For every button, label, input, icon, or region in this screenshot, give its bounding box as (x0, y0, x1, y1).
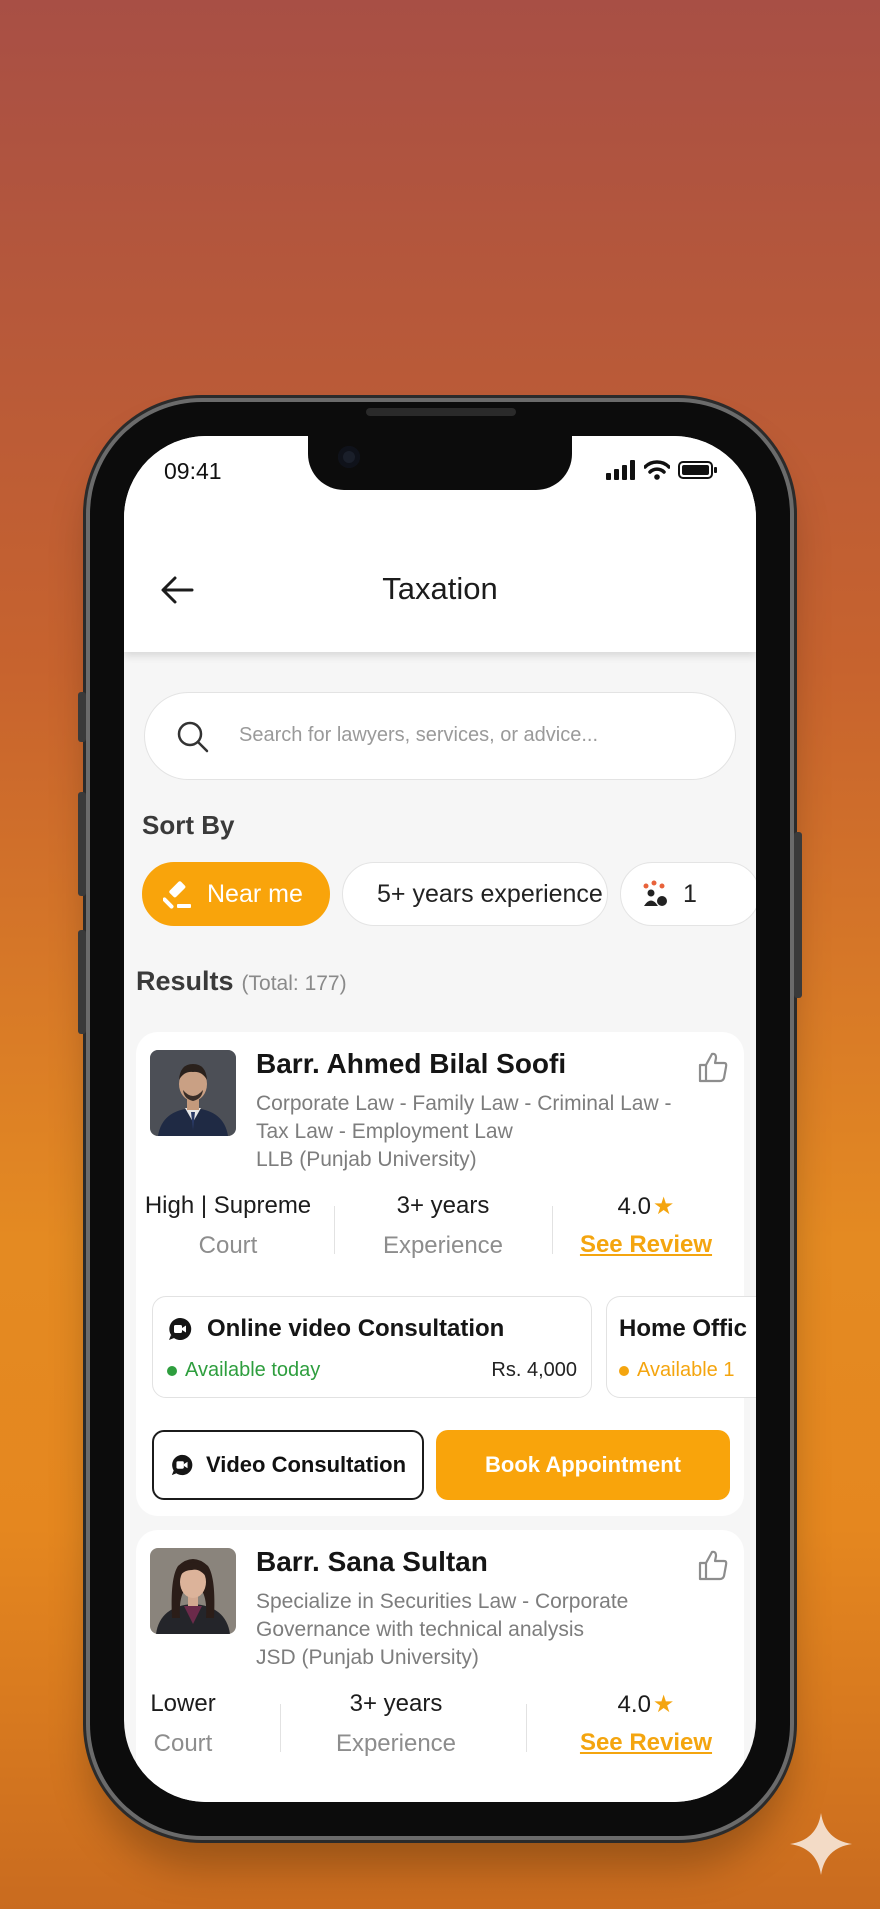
front-camera (338, 446, 360, 468)
rating-row: 4.0★ (566, 1192, 726, 1221)
wifi-icon (644, 460, 670, 480)
page-title: Taxation (382, 571, 498, 606)
chip-experience-label: 5+ years experience (377, 879, 603, 908)
lawyer-specialties: Specialize in Securities Law - Corporate… (256, 1588, 716, 1672)
divider (526, 1704, 527, 1752)
lawyer-name[interactable]: Barr. Ahmed Bilal Soofi (256, 1048, 566, 1080)
avatar (150, 1548, 236, 1634)
search-icon (177, 721, 209, 753)
divider (280, 1704, 281, 1752)
specialties-line: Specialize in Securities Law - Corporate (256, 1590, 629, 1613)
volume-up-button (78, 792, 86, 896)
court-label: Court (153, 1730, 213, 1757)
lawyer-education: LLB (Punjab University) (256, 1148, 477, 1171)
camera-notch (308, 436, 572, 490)
court-value: Lower (150, 1690, 216, 1717)
sparkle-icon (790, 1813, 852, 1875)
video-consultation-button[interactable]: Video Consultation (152, 1430, 424, 1500)
consultation-option[interactable]: Home Offic Available 1 (606, 1296, 756, 1398)
users-rating-icon (643, 880, 667, 906)
sort-chips: Near me 5+ years experience 1 (142, 862, 756, 928)
chip-near-me-label: Near me (207, 879, 303, 908)
results-label: Results (136, 966, 234, 996)
consultation-title: Home Offic (619, 1315, 748, 1342)
video-chat-icon (169, 1317, 192, 1340)
search-placeholder: Search for lawyers, services, or advice.… (239, 724, 599, 746)
power-button (794, 832, 802, 998)
lawyer-specialties: Corporate Law - Family Law - Criminal La… (256, 1090, 716, 1174)
app-screen: 09:41 Taxation Search for lawyers, servi… (124, 436, 756, 1802)
consultation-price: Rs. 4,000 (491, 1359, 577, 1381)
volume-down-button (78, 930, 86, 1034)
video-chat-icon (171, 1454, 193, 1476)
rating-stat: 4.0★ See Review (566, 1192, 726, 1259)
experience-stat: 3+ years Experience (348, 1192, 538, 1260)
chip-rating[interactable]: 1 (620, 862, 756, 926)
rating-row: 4.0★ (566, 1690, 726, 1719)
availability-text: Available 1 (637, 1359, 735, 1381)
rating-value: 4.0 (617, 1691, 651, 1718)
status-dot (167, 1365, 177, 1376)
availability-status: Available today (167, 1359, 320, 1382)
lawyer-name[interactable]: Barr. Sana Sultan (256, 1546, 488, 1578)
see-review-link[interactable]: See Review (566, 1729, 726, 1757)
book-appointment-button[interactable]: Book Appointment (436, 1430, 730, 1500)
chip-experience[interactable]: 5+ years experience (342, 862, 608, 926)
thumbs-up-icon[interactable] (696, 1050, 730, 1084)
availability-text: Available today (185, 1359, 321, 1381)
lawyer-card[interactable]: Barr. Ahmed Bilal Soofi Corporate Law - … (136, 1032, 756, 1516)
sort-by-label: Sort By (142, 810, 235, 840)
mute-switch (78, 692, 86, 742)
results-heading: Results (Total: 177) (136, 966, 347, 997)
avatar (150, 1050, 236, 1136)
specialties-line: Tax Law - Employment Law (256, 1120, 513, 1143)
speaker-grille (366, 408, 516, 416)
court-stat: Lower Court (136, 1690, 230, 1758)
status-time: 09:41 (164, 458, 222, 484)
availability-status: Available 1 (619, 1359, 734, 1382)
video-consultation-label: Video Consultation (205, 1452, 407, 1477)
specialties-line: Corporate Law - Family Law - Criminal La… (256, 1092, 672, 1115)
experience-label: Experience (335, 1730, 457, 1757)
experience-value: 3+ years (349, 1690, 443, 1717)
lawyer-card[interactable]: Barr. Sana Sultan Specialize in Securiti… (136, 1530, 744, 1802)
lawyer-education: JSD (Punjab University) (256, 1646, 479, 1669)
court-label: Court (198, 1232, 258, 1259)
gavel-icon (163, 881, 191, 909)
lawyer-stats: Lower Court 3+ years Experience 4.0★ See… (136, 1690, 744, 1774)
results-total: (Total: 177) (241, 972, 347, 995)
court-value: High | Supreme (144, 1192, 312, 1219)
divider (334, 1206, 335, 1254)
star-icon: ★ (652, 1193, 675, 1220)
chip-rating-label: 1 (683, 879, 697, 908)
court-stat: High | Supreme Court (136, 1192, 320, 1260)
status-dot (619, 1365, 629, 1376)
signal-icon (606, 460, 635, 480)
search-input[interactable]: Search for lawyers, services, or advice.… (144, 692, 736, 780)
specialties-line: Governance with technical analysis (256, 1618, 585, 1641)
battery-icon (678, 461, 717, 479)
chip-near-me[interactable]: Near me (142, 862, 330, 926)
phone-frame: 09:41 Taxation Search for lawyers, servi… (78, 402, 802, 1836)
lawyer-stats: High | Supreme Court 3+ years Experience… (136, 1192, 744, 1276)
thumbs-up-icon[interactable] (696, 1548, 730, 1582)
see-review-link[interactable]: See Review (566, 1231, 726, 1259)
rating-value: 4.0 (617, 1193, 651, 1220)
consultation-title: Online video Consultation (207, 1315, 505, 1342)
star-icon: ★ (652, 1691, 675, 1718)
divider (552, 1206, 553, 1254)
rating-stat: 4.0★ See Review (566, 1690, 726, 1757)
experience-value: 3+ years (396, 1192, 490, 1219)
experience-stat: 3+ years Experience (296, 1690, 496, 1758)
experience-label: Experience (382, 1232, 504, 1259)
consultation-option[interactable]: Online video Consultation Available toda… (152, 1296, 592, 1398)
